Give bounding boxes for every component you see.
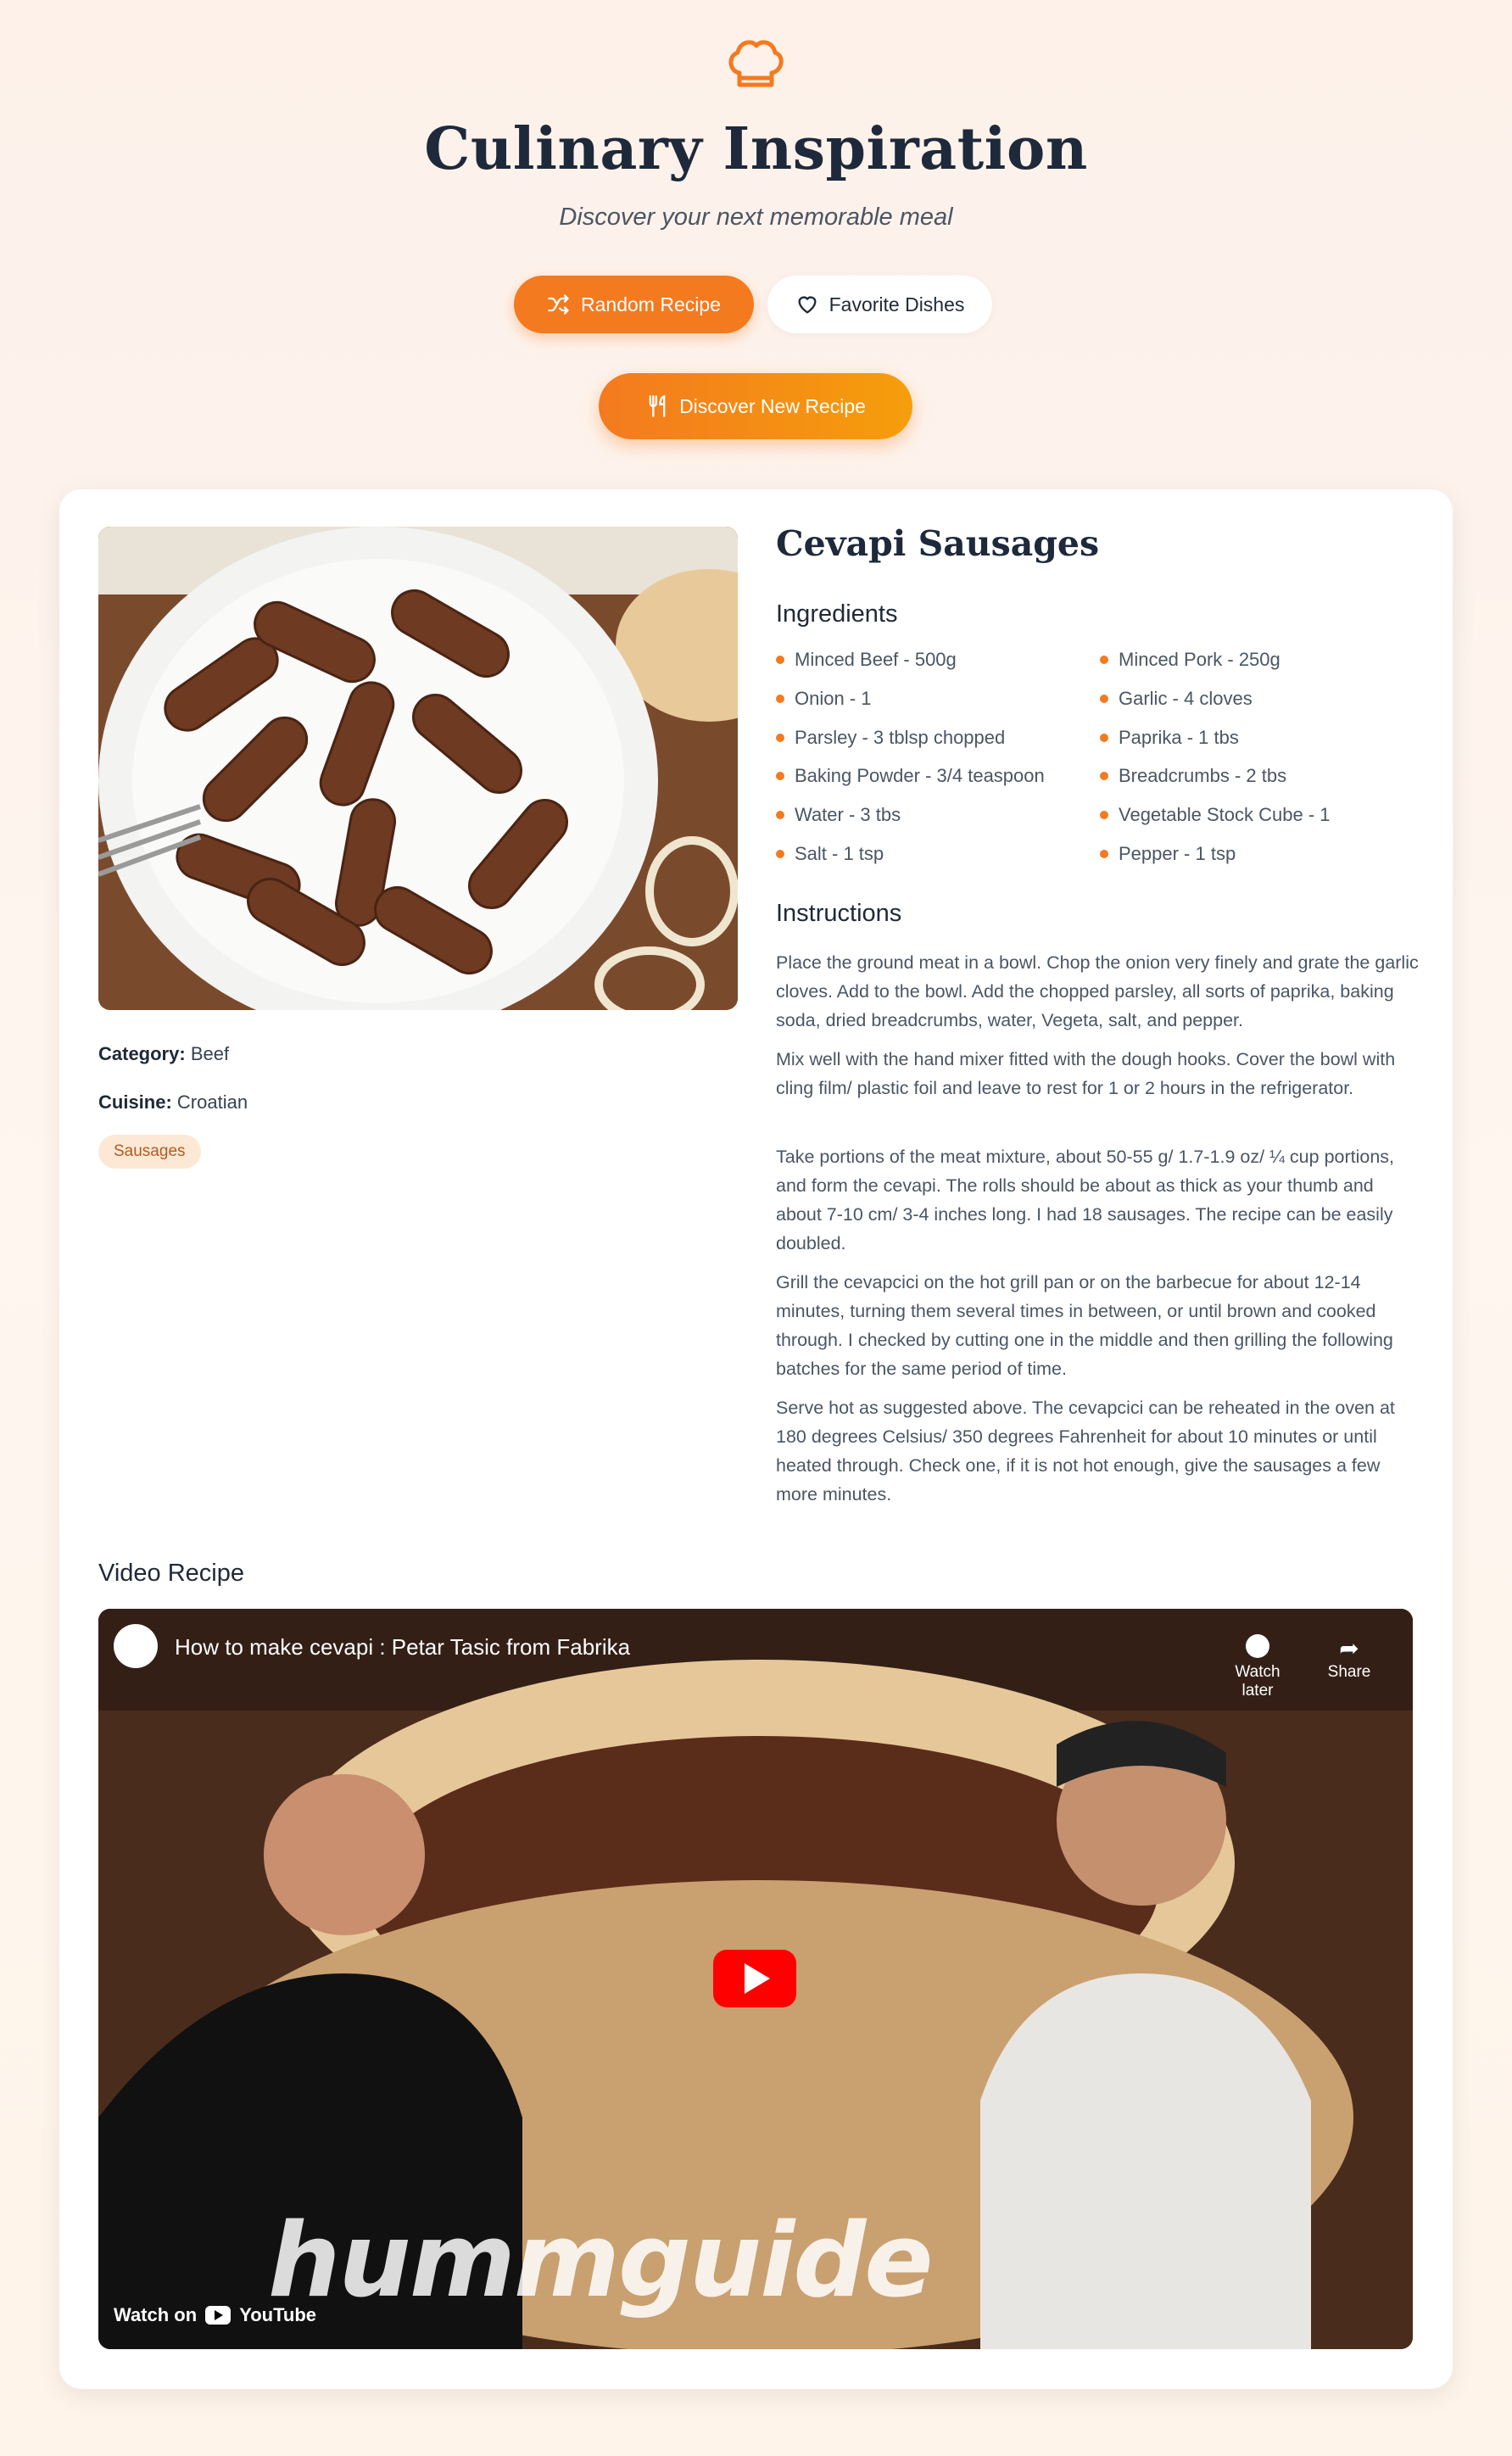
cuisine-label: Cuisine: — [98, 1091, 172, 1113]
ingredient-item: Onion - 1 — [776, 688, 872, 710]
ingredient-item: Paprika - 1 tbs — [1100, 727, 1239, 749]
ingredient-item: Minced Pork - 250g — [1100, 649, 1280, 671]
page-title: Culinary Inspiration — [424, 115, 1088, 183]
category-line: Category: Beef — [98, 1043, 229, 1065]
ingredient-item: Parsley - 3 tblsp chopped — [776, 727, 1005, 749]
ingredient-item: Water - 3 tbs — [776, 804, 901, 826]
hummguide-watermark: hummguide — [268, 2202, 934, 2320]
recipe-card: Category: Beef Cuisine: Croatian Sausage… — [59, 489, 1453, 2389]
ingredients-heading: Ingredients — [776, 600, 898, 628]
cuisine-value: Croatian — [176, 1091, 248, 1113]
random-recipe-label: Random Recipe — [581, 293, 721, 315]
instructions-heading: Instructions — [776, 900, 902, 927]
channel-logo[interactable] — [114, 1624, 158, 1668]
cevapi-plate-illustration — [98, 527, 738, 1010]
watch-on-label: Watch on — [114, 2304, 198, 2325]
ingredient-item: Breadcrumbs - 2 tbs — [1100, 765, 1286, 787]
instruction-paragraph: Grill the cevapcici on the hot grill pan… — [776, 1272, 1393, 1379]
share-icon: ➦ — [1339, 1635, 1359, 1661]
share-label: Share — [1327, 1663, 1371, 1681]
recipe-title: Cevapi Sausages — [776, 523, 1100, 564]
shuffle-icon — [548, 294, 569, 315]
ingredient-item: Pepper - 1 tsp — [1100, 843, 1236, 865]
clock-icon — [1246, 1634, 1269, 1658]
instruction-paragraph: Place the ground meat in a bowl. Chop th… — [776, 952, 1419, 1030]
youtube-wordmark: YouTube — [239, 2304, 317, 2325]
cuisine-line: Cuisine: Croatian — [98, 1091, 248, 1114]
recipe-tag[interactable]: Sausages — [98, 1135, 201, 1169]
page-subtitle: Discover your next memorable meal — [559, 204, 953, 231]
ingredient-item: Vegetable Stock Cube - 1 — [1100, 804, 1331, 826]
category-value: Beef — [190, 1043, 230, 1064]
recipe-image — [98, 527, 738, 1010]
video-title[interactable]: How to make cevapi : Petar Tasic from Fa… — [175, 1634, 630, 1661]
chef-hat-icon — [728, 40, 784, 87]
video-player[interactable]: How to make cevapi : Petar Tasic from Fa… — [98, 1609, 1413, 2349]
video-heading: Video Recipe — [98, 1560, 244, 1587]
discover-recipe-button[interactable]: Discover New Recipe — [599, 373, 912, 439]
random-recipe-button[interactable]: Random Recipe — [514, 276, 754, 333]
utensils-icon — [649, 394, 666, 417]
watch-later-button[interactable]: Watch later — [1219, 1634, 1296, 1700]
discover-recipe-label: Discover New Recipe — [679, 394, 866, 417]
ingredient-item: Minced Beef - 500g — [776, 649, 957, 671]
category-label: Category: — [98, 1043, 186, 1064]
watch-on-youtube-link[interactable]: Watch on YouTube — [114, 2304, 316, 2326]
watch-later-label: Watch later — [1235, 1663, 1280, 1700]
instruction-paragraph: Take portions of the meat mixture, about… — [776, 1147, 1395, 1253]
instruction-paragraph: Serve hot as suggested above. The cevapc… — [776, 1398, 1395, 1504]
share-button[interactable]: ➦ Share — [1311, 1634, 1387, 1682]
favorite-dishes-label: Favorite Dishes — [829, 293, 965, 315]
ingredient-item: Baking Powder - 3/4 teaspoon — [776, 765, 1045, 787]
ingredient-item: Garlic - 4 cloves — [1100, 688, 1253, 710]
instruction-paragraph: Mix well with the hand mixer fitted with… — [776, 1049, 1396, 1098]
ingredient-item: Salt - 1 tsp — [776, 843, 884, 865]
heart-icon — [798, 296, 817, 314]
favorite-dishes-button[interactable]: Favorite Dishes — [767, 276, 992, 333]
youtube-icon — [205, 2306, 232, 2325]
